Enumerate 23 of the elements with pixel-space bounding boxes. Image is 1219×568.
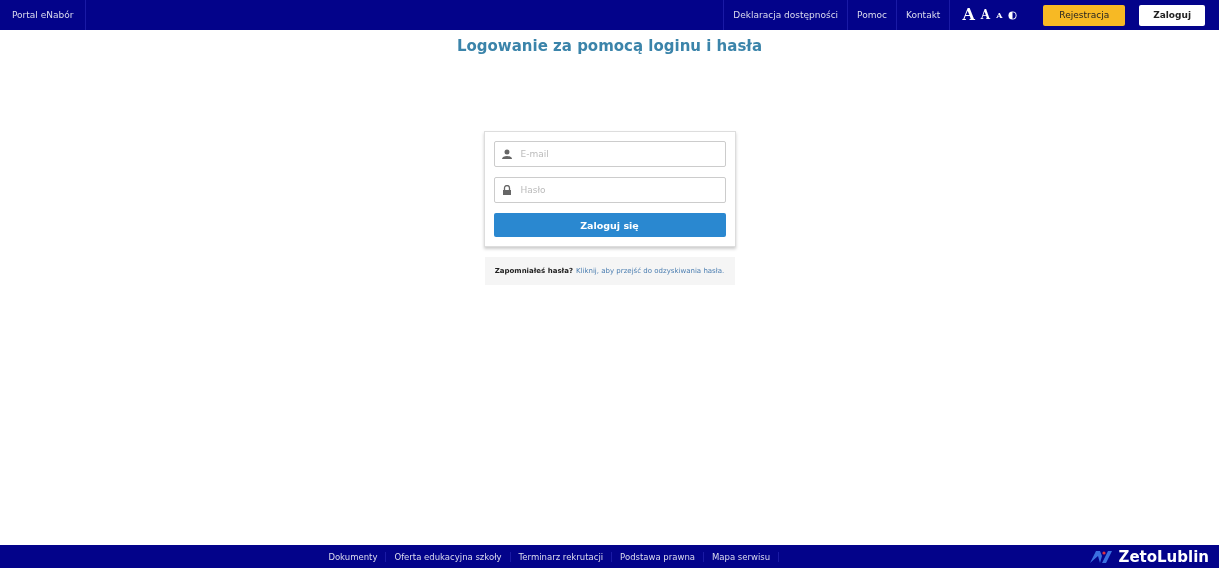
- font-size-button[interactable]: A: [962, 7, 975, 23]
- footer-link[interactable]: Oferta edukacyjna szkoły: [386, 551, 511, 562]
- password-field[interactable]: Hasło: [493, 177, 726, 203]
- header-link[interactable]: Pomoc: [847, 0, 896, 30]
- login-button[interactable]: Zaloguj: [1139, 4, 1205, 26]
- register-button[interactable]: Rejestracja: [1043, 4, 1126, 26]
- font-size-button[interactable]: A: [980, 9, 991, 21]
- footer-link[interactable]: Podstawa prawna: [612, 551, 704, 562]
- header-link[interactable]: Kontakt: [895, 0, 950, 30]
- contrast-icon[interactable]: [1008, 10, 1018, 20]
- submit-button[interactable]: Zaloguj się: [493, 213, 726, 237]
- portal-brand[interactable]: Portal eNabór: [0, 0, 87, 30]
- font-size-button[interactable]: A: [996, 11, 1003, 19]
- lock-icon: [501, 185, 512, 195]
- footer-link[interactable]: Mapa serwisu: [704, 551, 780, 562]
- header-link[interactable]: Deklaracja dostępności: [723, 0, 848, 30]
- footer-link[interactable]: Dokumenty: [320, 551, 387, 562]
- email-field[interactable]: E-mail: [493, 141, 726, 167]
- logo-icon: [1089, 550, 1114, 563]
- footer-link[interactable]: Terminarz rekrutacji: [510, 551, 613, 562]
- logo-text: ZetoLublin: [1118, 547, 1209, 566]
- user-icon: [501, 149, 512, 159]
- page-title: Logowanie za pomocą loginu i hasła: [456, 37, 763, 55]
